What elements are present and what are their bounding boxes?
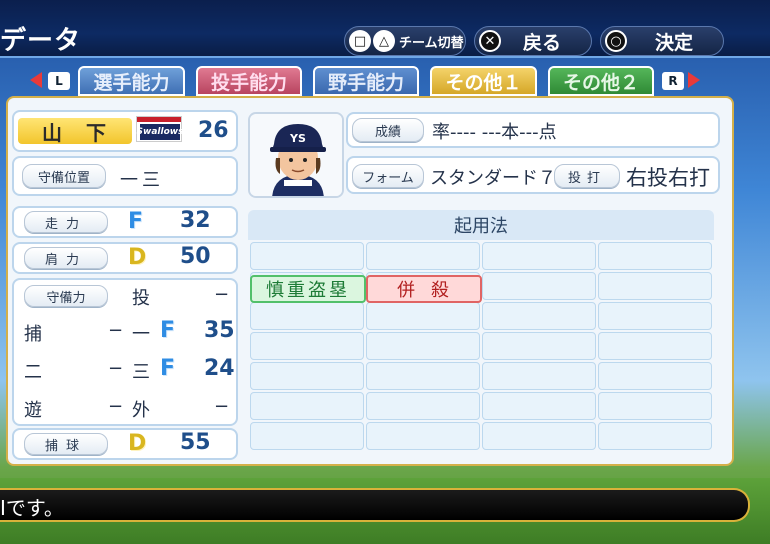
usage-cell <box>482 362 596 390</box>
usage-cell <box>482 272 596 300</box>
bat-throw-value: 右投右打 <box>626 166 710 190</box>
tab-pitcher-ability[interactable]: 投手能力 <box>196 66 302 96</box>
top-bar: データ □ △ チーム切替 ✕ 戻る ○ 決定 <box>0 0 770 58</box>
usage-cell <box>250 302 364 330</box>
tab-player-ability[interactable]: 選手能力 <box>78 66 185 96</box>
fielding-grade-third: F <box>160 356 176 381</box>
fielding-pos-third: 三 <box>132 362 150 383</box>
l-key-badge: L <box>48 72 70 90</box>
player-name: 山下 <box>18 118 132 145</box>
fielding-dash-second: − <box>108 358 124 379</box>
tab-other-2[interactable]: その他２ <box>548 66 654 96</box>
message-text: Ⅰです。 <box>0 496 64 520</box>
catch-value: 55 <box>180 430 211 455</box>
fielding-pos-first: 一 <box>132 324 150 345</box>
tab-right-arrow-icon[interactable] <box>688 72 700 88</box>
team-switch-label: チーム切替 <box>399 35 464 51</box>
r-key-badge: R <box>662 72 684 90</box>
team-logo: Swallows <box>136 116 183 142</box>
usage-cell <box>598 392 712 420</box>
usage-cell <box>366 362 480 390</box>
page-title: データ <box>0 26 82 56</box>
fielding-dash-short: − <box>108 396 124 417</box>
fielding-grade-first: F <box>160 318 176 343</box>
usage-cell <box>482 392 596 420</box>
usage-cell <box>366 302 480 330</box>
usage-cell <box>482 332 596 360</box>
fielding-dash-catcher: − <box>108 320 124 341</box>
arm-label: 肩力 <box>24 247 108 269</box>
circle-button-icon: ○ <box>605 30 627 52</box>
usage-cell <box>482 422 596 450</box>
run-value: 32 <box>180 208 211 233</box>
run-grade: F <box>128 209 144 234</box>
uniform-number: 26 <box>198 118 229 143</box>
fielding-pos-catcher: 捕 <box>24 324 42 345</box>
team-switch-button[interactable]: □ △ チーム切替 <box>344 26 466 56</box>
fielding-pos-outfield: 外 <box>132 400 150 421</box>
form-value: スタンダード７９ <box>430 168 574 189</box>
back-label: 戻る <box>523 31 562 54</box>
usage-cell <box>366 422 480 450</box>
arm-grade: D <box>128 245 147 270</box>
confirm-label: 決定 <box>655 31 694 54</box>
usage-cell <box>366 392 480 420</box>
square-button-icon: □ <box>349 30 371 52</box>
usage-cell <box>250 362 364 390</box>
run-label: 走力 <box>24 211 108 233</box>
bat-throw-label: 投打 <box>554 164 620 188</box>
usage-cell <box>250 422 364 450</box>
usage-cell <box>482 302 596 330</box>
usage-cell <box>250 332 364 360</box>
fielding-pos-second: 二 <box>24 362 42 383</box>
usage-cell <box>366 242 480 270</box>
player-avatar: YS <box>248 112 344 198</box>
usage-cell <box>598 422 712 450</box>
defense-position-label: 守備位置 <box>22 164 106 188</box>
usage-cell <box>598 302 712 330</box>
catch-label: 捕球 <box>24 433 108 455</box>
tab-left-arrow-icon[interactable] <box>30 72 42 88</box>
results-label: 成績 <box>352 118 424 142</box>
usage-header: 起用法 <box>248 210 714 240</box>
tab-other-1[interactable]: その他１ <box>430 66 537 96</box>
usage-skill-1[interactable]: 慎重盗塁 <box>250 275 366 303</box>
confirm-button[interactable]: ○ 決定 <box>600 26 724 56</box>
catch-grade: D <box>128 431 147 456</box>
player-data-panel: 山下 Swallows 26 守備位置 一三 YS 成績 率---- ---本-… <box>6 96 734 466</box>
usage-cell <box>598 332 712 360</box>
arm-value: 50 <box>180 244 211 269</box>
usage-cell <box>482 242 596 270</box>
team-logo-text: Swallows <box>137 124 183 140</box>
usage-cell <box>598 272 712 300</box>
fielding-value-first: 35 <box>204 318 235 343</box>
fielding-pos-pitcher: 投 <box>132 288 150 309</box>
fielding-value-outfield: − <box>214 396 230 417</box>
tab-bar: L 選手能力 投手能力 野手能力 その他１ その他２ R <box>0 66 770 98</box>
usage-cell <box>598 242 712 270</box>
usage-cell <box>250 242 364 270</box>
fielding-label: 守備力 <box>24 285 108 307</box>
fielding-value-third: 24 <box>204 356 235 381</box>
back-button[interactable]: ✕ 戻る <box>474 26 592 56</box>
player-face-icon: YS <box>250 114 342 196</box>
defense-positions-value: 一三 <box>120 170 164 191</box>
usage-cell <box>598 362 712 390</box>
form-label: フォーム <box>352 164 424 188</box>
svg-text:YS: YS <box>289 132 306 145</box>
results-value: 率---- ---本---点 <box>432 122 557 143</box>
usage-skill-2[interactable]: 併殺 <box>366 275 482 303</box>
fielding-value-pitcher: − <box>214 284 230 305</box>
tab-fielder-ability[interactable]: 野手能力 <box>313 66 419 96</box>
cross-button-icon: ✕ <box>479 30 501 52</box>
message-bar <box>0 488 750 522</box>
fielding-pos-short: 遊 <box>24 400 42 421</box>
usage-cell <box>366 332 480 360</box>
usage-cell <box>250 392 364 420</box>
triangle-button-icon: △ <box>373 30 395 52</box>
